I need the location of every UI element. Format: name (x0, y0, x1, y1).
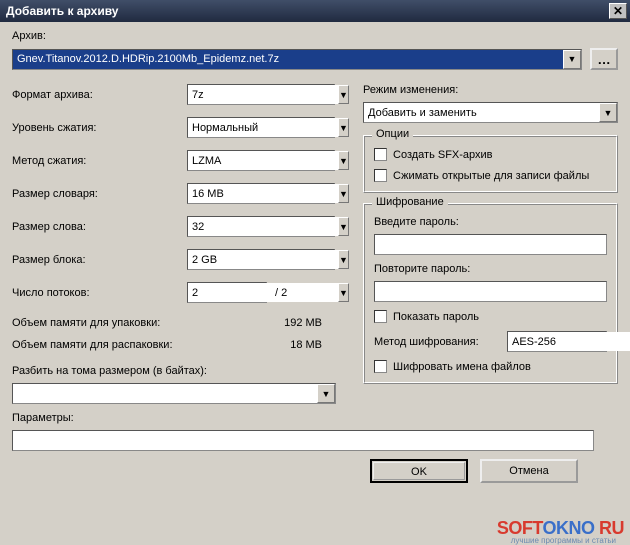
format-combo[interactable]: ▼ (187, 84, 335, 105)
threads-label: Число потоков: (12, 287, 187, 299)
left-column: Формат архива: ▼ Уровень сжатия: ▼ Метод… (12, 84, 357, 404)
archive-path-input[interactable] (13, 50, 563, 69)
split-label: Разбить на тома размером (в байтах): (12, 365, 357, 377)
update-mode-label: Режим изменения: (363, 84, 618, 96)
dropdown-icon[interactable]: ▼ (599, 103, 617, 122)
ok-button[interactable]: OK (370, 459, 468, 483)
show-password-label: Показать пароль (393, 311, 479, 323)
dropdown-icon[interactable]: ▼ (338, 283, 349, 302)
pack-mem-value: 192 MB (272, 317, 322, 329)
unpack-mem-value: 18 MB (272, 339, 322, 351)
browse-button[interactable]: … (590, 48, 618, 70)
title-bar: Добавить к архиву ✕ (0, 0, 630, 22)
block-combo[interactable]: ▼ (187, 249, 335, 270)
sfx-checkbox[interactable] (374, 148, 387, 161)
show-password-checkbox[interactable] (374, 310, 387, 323)
block-label: Размер блока: (12, 254, 187, 266)
dropdown-icon[interactable]: ▼ (338, 85, 349, 104)
password2-input[interactable] (374, 281, 607, 302)
options-legend: Опции (372, 128, 413, 140)
dropdown-icon[interactable]: ▼ (338, 184, 349, 203)
split-combo[interactable]: ▼ (12, 383, 336, 404)
level-label: Уровень сжатия: (12, 122, 187, 134)
options-group: Опции Создать SFX-архив Сжимать открытые… (363, 135, 618, 193)
threads-total: / 2 (275, 287, 287, 299)
open-files-label: Сжимать открытые для записи файлы (393, 170, 589, 182)
password2-label: Повторите пароль: (374, 263, 607, 275)
dialog-body: Архив: ▼ … Формат архива: ▼ Уровень сжат… (0, 22, 630, 545)
update-mode-combo[interactable]: ▼ (363, 102, 618, 123)
threads-combo[interactable]: ▼ (187, 282, 267, 303)
encrypt-names-checkbox[interactable] (374, 360, 387, 373)
pack-mem-label: Объем памяти для упаковки: (12, 317, 272, 329)
dropdown-icon[interactable]: ▼ (338, 151, 349, 170)
format-label: Формат архива: (12, 89, 187, 101)
dropdown-icon[interactable]: ▼ (563, 50, 581, 69)
dict-label: Размер словаря: (12, 188, 187, 200)
unpack-mem-label: Объем памяти для распаковки: (12, 339, 272, 351)
archive-label: Архив: (12, 30, 618, 42)
encryption-group: Шифрование Введите пароль: Повторите пар… (363, 203, 618, 384)
method-label: Метод сжатия: (12, 155, 187, 167)
archive-path-combo[interactable]: ▼ (12, 49, 582, 70)
params-input[interactable] (12, 430, 594, 451)
window-title: Добавить к архиву (6, 4, 609, 18)
enc-method-label: Метод шифрования: (374, 336, 501, 348)
password-label: Введите пароль: (374, 216, 607, 228)
dropdown-icon[interactable]: ▼ (338, 217, 349, 236)
password-input[interactable] (374, 234, 607, 255)
word-label: Размер слова: (12, 221, 187, 233)
open-files-checkbox[interactable] (374, 169, 387, 182)
dict-combo[interactable]: ▼ (187, 183, 335, 204)
word-combo[interactable]: ▼ (187, 216, 335, 237)
dropdown-icon[interactable]: ▼ (338, 118, 349, 137)
encryption-legend: Шифрование (372, 196, 448, 208)
encrypt-names-label: Шифровать имена файлов (393, 361, 531, 373)
right-column: Режим изменения: ▼ Опции Создать SFX-арх… (363, 84, 618, 404)
method-combo[interactable]: ▼ (187, 150, 335, 171)
dropdown-icon[interactable]: ▼ (338, 250, 349, 269)
close-button[interactable]: ✕ (609, 3, 627, 19)
dropdown-icon[interactable]: ▼ (317, 384, 335, 403)
watermark: SOFTOKNO RU лучшие программы и статьи (497, 518, 624, 539)
level-combo[interactable]: ▼ (187, 117, 335, 138)
cancel-button[interactable]: Отмена (480, 459, 578, 483)
sfx-label: Создать SFX-архив (393, 149, 493, 161)
params-label: Параметры: (12, 412, 618, 424)
enc-method-combo[interactable]: ▼ (507, 331, 607, 352)
